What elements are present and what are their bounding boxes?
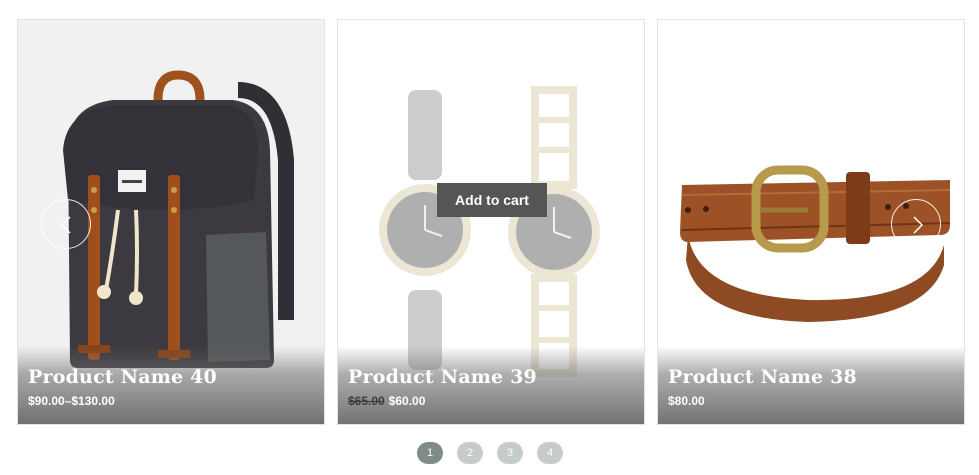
product-price: $80.00 <box>668 394 705 408</box>
price-original: $65.00 <box>348 394 385 408</box>
product-name[interactable]: Product Name 40 <box>28 366 217 388</box>
page-dot-4[interactable]: 4 <box>537 442 563 464</box>
page-dot-3[interactable]: 3 <box>497 442 523 464</box>
product-price: $90.00–$130.00 <box>28 394 115 408</box>
product-card[interactable]: Product Name 39 $65.00 $60.00 Add to cart <box>337 19 645 425</box>
product-name[interactable]: Product Name 39 <box>348 366 537 388</box>
page-dot-2[interactable]: 2 <box>457 442 483 464</box>
product-name[interactable]: Product Name 38 <box>668 366 857 388</box>
product-price: $65.00 $60.00 <box>348 394 425 408</box>
next-button[interactable] <box>891 199 941 249</box>
price-sale: $60.00 <box>388 394 426 408</box>
product-carousel: Product Name 40 $90.00–$130.00 Product N… <box>0 0 979 475</box>
chevron-left-icon <box>60 216 71 234</box>
chevron-right-icon <box>913 216 924 234</box>
prev-button[interactable] <box>41 199 91 249</box>
page-dot-1[interactable]: 1 <box>417 442 443 464</box>
add-to-cart-button[interactable]: Add to cart <box>437 183 547 217</box>
